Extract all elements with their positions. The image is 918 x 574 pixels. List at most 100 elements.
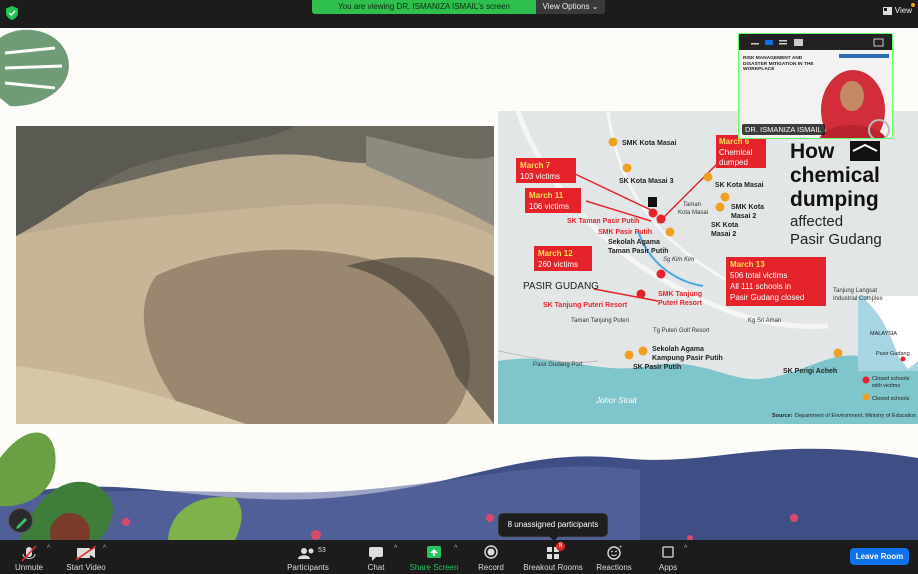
place-label: Kg Sri Aman <box>748 318 781 324</box>
source-label: Source: <box>772 413 793 419</box>
share-screen-icon <box>427 546 441 558</box>
apps-button[interactable]: Apps <box>652 540 684 574</box>
map-title-line: How <box>790 140 835 163</box>
microphone-muted-icon <box>21 545 37 562</box>
chevron-down-icon: ⌄ <box>591 2 599 11</box>
place-label: Kampung Pasir Putih <box>652 355 723 362</box>
place-label: Tg Puteri Golf Resort <box>653 328 710 334</box>
view-options-button[interactable]: View Options ⌄ <box>536 0 605 14</box>
place-label: SK Tanjung Puteri Resort <box>543 302 628 309</box>
chat-icon <box>369 547 383 561</box>
place-label: Masai 2 <box>711 231 736 238</box>
video-thumbnail-controls <box>739 34 892 50</box>
callout-text: Pasir Gudang closed <box>730 293 804 302</box>
place-label: SMK Tanjung <box>658 291 702 298</box>
callout-text: 506 total victims <box>730 271 787 280</box>
map-title-line: affected <box>790 213 843 230</box>
callout-date: March 13 <box>730 260 765 269</box>
callout-text: 103 victims <box>520 172 560 181</box>
view-button-label: View <box>894 6 912 15</box>
participants-count: 53 <box>318 547 326 554</box>
view-button[interactable]: View <box>882 3 915 15</box>
speaker-view-icon <box>765 40 773 45</box>
place-label: Pasir Gudang Port <box>533 362 583 368</box>
map-title-line: Pasir Gudang <box>790 231 882 248</box>
record-icon <box>484 545 498 559</box>
minimize-icon <box>751 43 759 45</box>
pencil-icon <box>16 518 27 529</box>
callout-text: All 111 schools in <box>730 282 791 291</box>
callout-date: March 7 <box>520 161 551 170</box>
apps-label: Apps <box>658 563 678 572</box>
place-label: Johor Strait <box>595 396 638 405</box>
place-label: SMK Kota <box>731 204 764 211</box>
unmute-button[interactable]: Unmute <box>10 540 48 574</box>
chat-button[interactable]: Chat <box>360 540 392 574</box>
meeting-toolbar: Unmute ^ Start Video ^ Participants 53 C… <box>0 540 918 574</box>
share-options-caret-icon[interactable]: ^ <box>454 545 457 552</box>
inset-marker <box>900 356 906 362</box>
record-button[interactable]: Record <box>474 540 508 574</box>
breakout-rooms-button[interactable]: Breakout Rooms <box>522 540 584 574</box>
callout-text: dumped <box>719 158 748 167</box>
monstera-leaf-decoration <box>0 29 69 107</box>
exit-fullscreen-icon <box>873 38 884 47</box>
polluted-river-image <box>16 126 494 424</box>
svg-text:+: + <box>619 545 623 551</box>
map-graphic: HowchemicaldumpingaffectedPasir GudangMa… <box>498 111 918 424</box>
apps-options-caret-icon[interactable]: ^ <box>684 545 687 552</box>
gallery-view-icon <box>794 39 803 46</box>
chat-label: Chat <box>367 563 385 572</box>
audio-options-caret-icon[interactable]: ^ <box>47 545 50 552</box>
record-label: Record <box>478 563 504 572</box>
participants-button[interactable]: Participants <box>283 540 333 574</box>
chemical-dumping-map: How chemical dumping affected Pasir Gudang Ma… <box>498 111 918 424</box>
unassigned-participants-tooltip: 8 unassigned participants <box>498 513 608 541</box>
share-screen-button[interactable]: Share Screen <box>408 540 460 574</box>
source-text: Department of Environment, Ministry of E… <box>795 413 916 419</box>
place-label: Taman Tanjung Puteri <box>571 318 629 324</box>
share-screen-label: Share Screen <box>409 563 459 572</box>
legend-label: with victims <box>871 383 900 389</box>
place-label: Puteri Resort <box>658 300 703 307</box>
callout-text: Chemical <box>719 148 753 157</box>
place-label: SK Pasir Putih <box>633 364 681 371</box>
legend-yellow-pin <box>862 393 870 401</box>
legend-label: Closed schools <box>872 396 910 402</box>
callout-date: March 12 <box>538 249 573 258</box>
chemical-drum-icon <box>648 197 657 207</box>
video-thumbnail[interactable]: RISK MANAGEMENT AND DISASTER MITIGATION … <box>738 33 893 139</box>
leave-room-button[interactable]: Leave Room <box>850 548 909 565</box>
place-label: SK Kota Masai <box>715 182 764 189</box>
inset-label: Pasir Gudang <box>876 351 910 357</box>
reactions-label: Reactions <box>596 563 632 572</box>
breakout-rooms-badge: 8 <box>556 542 565 551</box>
map-title-line: dumping <box>790 188 879 211</box>
reactions-button[interactable]: + Reactions <box>594 540 634 574</box>
place-label: SK Perigi Acheh <box>783 368 837 375</box>
place-label: SK Kota Masai 3 <box>619 178 674 185</box>
breakout-rooms-label: Breakout Rooms <box>523 563 583 572</box>
place-label: Sg Kim Kim <box>663 257 694 263</box>
reactions-smiley-icon: + <box>607 545 623 560</box>
legend-label: Closed schools <box>872 376 910 382</box>
callout-text: 106 victims <box>529 202 569 211</box>
participants-label: Participants <box>287 563 329 572</box>
chat-options-caret-icon[interactable]: ^ <box>394 545 397 552</box>
annotate-button[interactable] <box>8 508 33 533</box>
security-shield-icon[interactable] <box>6 6 18 20</box>
place-label: Taman <box>683 202 701 208</box>
place-label: Masai 2 <box>731 213 756 220</box>
unmute-label: Unmute <box>14 563 43 572</box>
sharing-banner: You are viewing DR. ISMANIZA ISMAIL's sc… <box>312 0 536 14</box>
participant-name-tag: DR. ISMANIZA ISMAIL <box>742 124 825 135</box>
place-label: Taman Pasir Putih <box>608 248 669 255</box>
inset-label: MALAYSIA <box>870 331 897 337</box>
top-bar: You are viewing DR. ISMANIZA ISMAIL's sc… <box>0 0 918 28</box>
start-video-label: Start Video <box>66 563 106 572</box>
video-options-caret-icon[interactable]: ^ <box>103 545 106 552</box>
place-label: Tanjung Langsat <box>833 288 877 294</box>
place-label: SMK Kota Masai <box>622 140 677 147</box>
legend-red-pin <box>862 376 870 384</box>
breakout-rooms-icon <box>547 547 559 559</box>
